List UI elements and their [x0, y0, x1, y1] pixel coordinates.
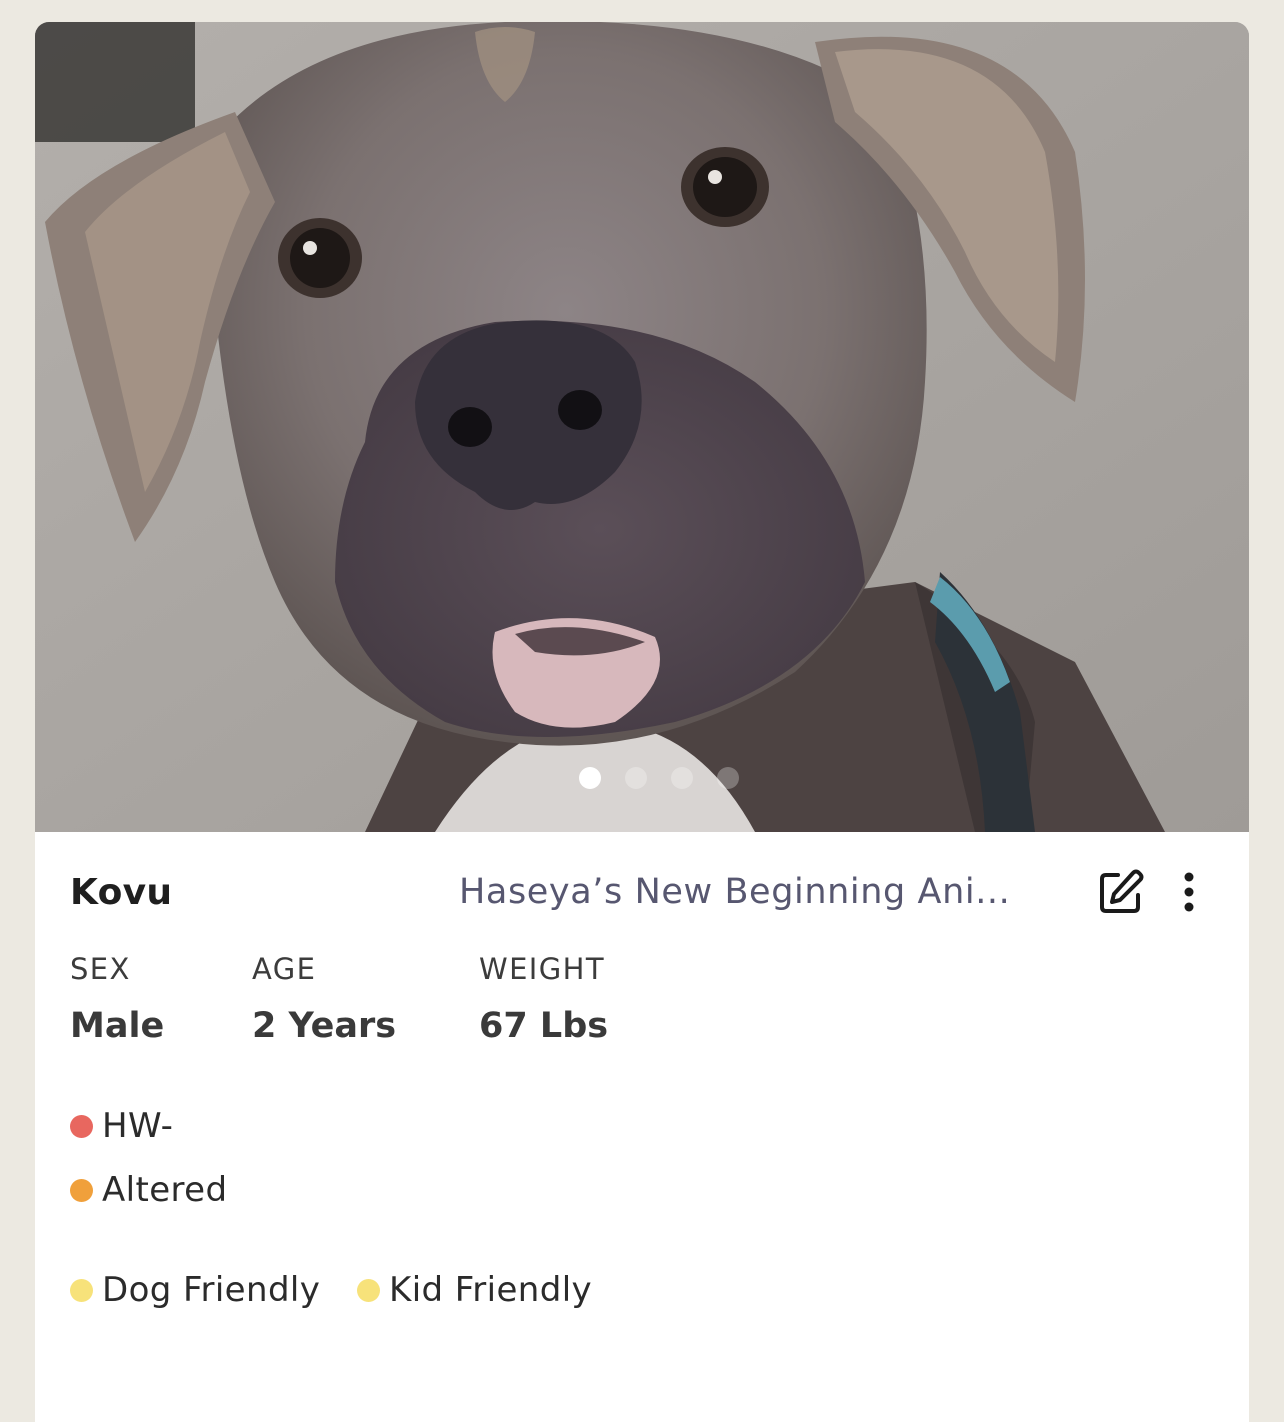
edit-button[interactable] [1095, 868, 1147, 920]
carousel-dot[interactable] [717, 767, 739, 789]
more-vertical-icon [1182, 872, 1196, 916]
trait-tag-kid-friendly: Kid Friendly [357, 1270, 592, 1310]
stat-label-age: AGE [252, 952, 317, 986]
edit-icon [1098, 869, 1144, 919]
pet-name: Kovu [70, 872, 173, 913]
stat-sex: SEX Male [70, 952, 164, 1046]
trait-tag-label: Dog Friendly [102, 1270, 321, 1310]
health-tag-heartworm: HW- [70, 1106, 173, 1146]
stat-value-age: 2 Years [252, 1006, 397, 1046]
carousel-dot[interactable] [625, 767, 647, 789]
health-tag-label: HW- [102, 1106, 174, 1146]
stat-label-sex: SEX [70, 952, 131, 986]
stat-value-weight: 67 Lbs [479, 1006, 609, 1046]
more-options-button[interactable] [1169, 868, 1209, 920]
status-dot-icon [357, 1278, 380, 1302]
dog-photo-illustration [35, 22, 1249, 832]
trait-tag-dog-friendly: Dog Friendly [70, 1270, 320, 1310]
trait-tag-label: Kid Friendly [389, 1270, 593, 1310]
stat-value-sex: Male [70, 1006, 165, 1046]
carousel-dot-active[interactable] [579, 767, 601, 789]
carousel-dot[interactable] [671, 767, 693, 789]
status-dot-icon [70, 1114, 93, 1138]
health-tag-label: Altered [102, 1170, 228, 1210]
carousel-indicator [35, 766, 1249, 790]
pet-photo[interactable] [35, 22, 1249, 832]
pet-card[interactable]: Kovu Haseya’s New Beginning Ani... SEX M… [35, 22, 1249, 1422]
stat-label-weight: WEIGHT [479, 952, 605, 986]
health-tag-altered: Altered [70, 1170, 228, 1210]
status-dot-icon [70, 1178, 93, 1202]
status-dot-icon [70, 1278, 93, 1302]
stat-age: AGE 2 Years [252, 952, 396, 1046]
stat-weight: WEIGHT 67 Lbs [479, 952, 608, 1046]
pet-header: Kovu Haseya’s New Beginning Ani... [35, 860, 1249, 924]
organization-name[interactable]: Haseya’s New Beginning Ani... [459, 872, 1039, 912]
